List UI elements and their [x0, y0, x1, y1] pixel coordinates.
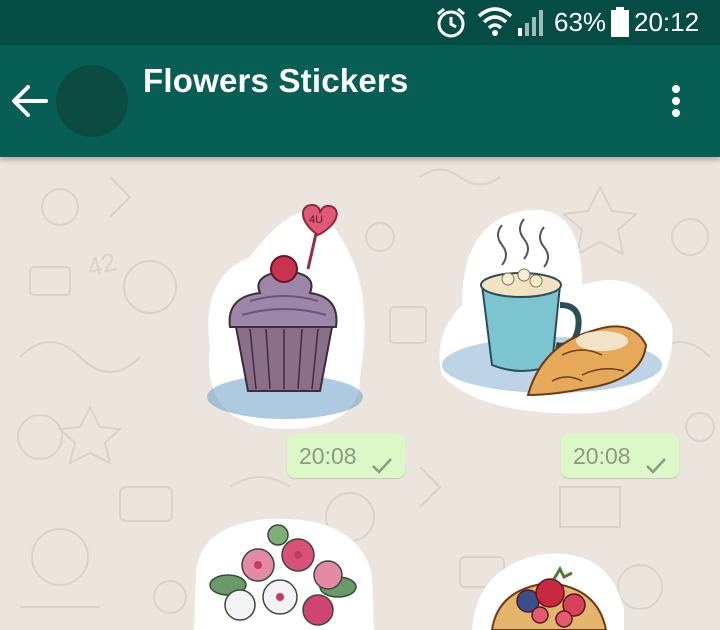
chat-title[interactable]: Flowers Stickers: [143, 61, 409, 101]
clock-time: 20:12: [634, 7, 700, 37]
cocoa-croissant-sticker[interactable]: [432, 205, 678, 422]
battery-icon: [610, 6, 630, 43]
more-options-button[interactable]: [660, 81, 692, 121]
arrow-back-icon: [10, 85, 50, 123]
sent-check-icon: [371, 446, 393, 490]
message-time: 20:08: [573, 443, 631, 469]
message-time-bubble: 20:08: [287, 434, 405, 478]
back-button[interactable]: [10, 83, 54, 119]
battery-percent: 63%: [554, 7, 607, 37]
wifi-icon: [477, 6, 513, 43]
flower-bouquet-sticker[interactable]: [188, 515, 378, 630]
chat-area[interactable]: 42 4U 20:08 20:08: [0, 157, 720, 630]
svg-text:42: 42: [84, 246, 120, 282]
chat-header: Flowers Stickers: [0, 45, 720, 157]
status-bar: 63% 20:12: [0, 0, 720, 45]
svg-text:4U: 4U: [309, 214, 323, 226]
cupcake-sticker[interactable]: 4U: [190, 197, 380, 438]
sent-check-icon: [645, 446, 667, 490]
berry-tart-sticker[interactable]: [468, 549, 628, 630]
avatar[interactable]: [56, 65, 128, 137]
message-time-bubble: 20:08: [561, 434, 679, 478]
signal-icon: [516, 6, 548, 43]
alarm-icon: [434, 6, 468, 45]
message-time: 20:08: [299, 443, 357, 469]
